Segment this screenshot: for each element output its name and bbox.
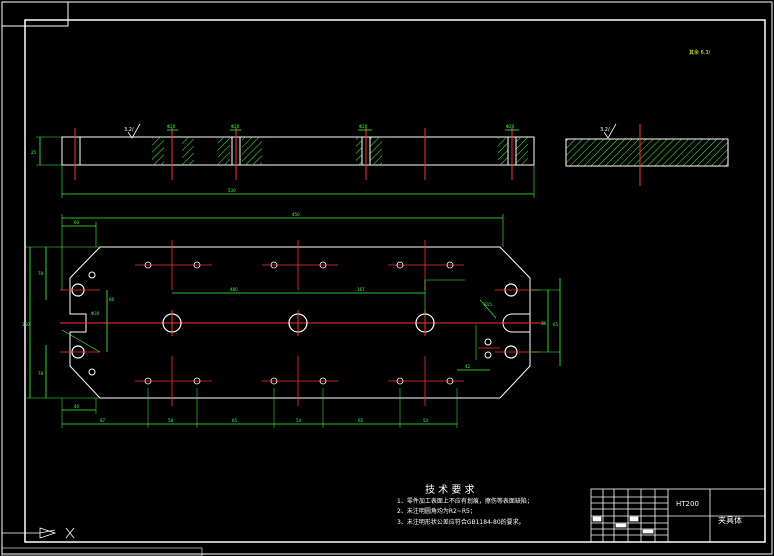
side-view: 3.2/ [565,123,729,186]
front-view-body [61,136,535,166]
tech-requirements: 技 术 要 求 1、零件加工表面上不应有划痕，擦伤等表面缺陷； 2、未注明圆角均… [397,483,533,526]
right-small-dim: 42 [465,364,471,369]
side-view-body [565,138,729,167]
requirement-1: 1、零件加工表面上不应有划痕，擦伤等表面缺陷； [397,497,533,505]
front-hole-section-1b [182,137,194,165]
right-v1-dim: 36 [541,321,547,326]
front-view: Φ20 Φ20 Φ20 Φ20 3.2/ 25 530 [31,123,535,198]
hole-tol-1: Φ20 [167,124,176,129]
layout-tabs-strip [1,547,203,556]
front-hole-section-2 [218,137,230,165]
hole-tol-2: Φ20 [231,124,240,129]
front-hole-section-4 [498,137,508,165]
front-hole-section-4b [516,137,528,165]
tech-title: 技 术 要 求 [425,483,475,496]
bottom-dim-5: 65 [358,418,364,423]
top-roughness-note: 其余 6.3/ [689,49,711,56]
corner-box [1,1,69,27]
hole-tol-3: Φ20 [359,124,368,129]
part-name-label: 夹具体 [718,515,742,525]
front-roughness: 3.2/ [124,127,134,133]
bottom-dim-4: 54 [296,418,302,423]
left-h2-dim: 66 [109,297,115,302]
hole-tol-4: Φ20 [506,124,515,129]
front-height-dim: 25 [31,150,37,155]
side-roughness: 3.2/ [600,127,610,133]
bottom-dim-3: 65 [232,418,238,423]
cad-drawing-canvas: 其余 6.3/ Φ20 Φ20 Φ20 Φ20 3.2/ 25 530 3.2/… [1,1,773,556]
center-span-2: 167 [357,287,365,292]
front-hole-section-3 [356,137,362,165]
outer-frame [1,1,773,555]
material-label: HT200 [676,500,699,508]
left-h3-dim: 78 [38,371,44,376]
bottom-dim-1: 87 [100,418,106,423]
front-hole-section-2b [242,137,262,165]
left-total-dim: 350 [22,322,30,327]
plan-left-offset-dim: 60 [74,220,80,225]
front-hole-section-1 [152,137,164,165]
requirement-3: 3、未注明形状公差应符合GB1184-80的要求。 [397,518,525,526]
bottom-dim-2: 58 [168,418,174,423]
requirement-2: 2、未注明圆角均为R2~R5； [397,507,476,515]
plan-view: 450 60 480 167 350 78 78 66 Φ30 36 65 R1… [22,212,561,428]
bottom-dim-6: 54 [423,418,429,423]
bottom-left-dim: 40 [74,404,80,409]
front-length-dim: 530 [228,188,236,193]
right-r-dim: R15 [484,302,492,307]
left-h1-dim: 78 [38,271,44,276]
inner-frame [24,19,766,543]
left-h4-dim: Φ30 [91,311,100,316]
front-hole-section-3b [370,137,382,165]
plan-width-dim: 450 [292,212,300,217]
center-span-1: 480 [230,287,238,292]
right-v2-dim: 65 [553,322,559,327]
